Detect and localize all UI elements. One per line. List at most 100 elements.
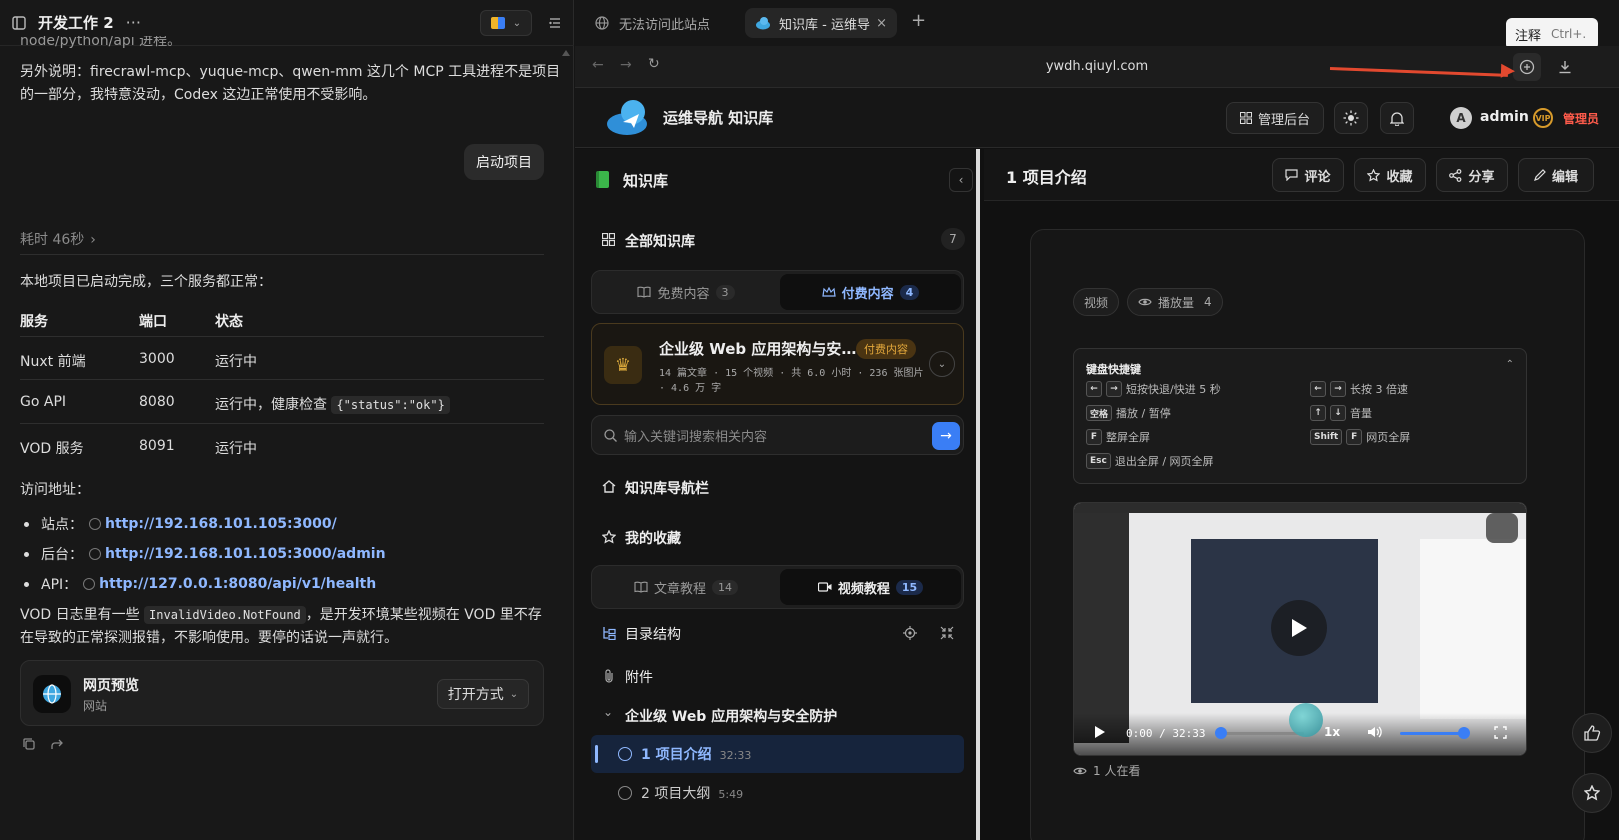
kb-nav-link[interactable]: 知识库导航栏 bbox=[625, 478, 709, 498]
favorite-button[interactable]: 收藏 bbox=[1354, 158, 1426, 192]
tab-video-tutorials[interactable]: 视频教程 15 bbox=[780, 569, 961, 605]
theme-toggle-button[interactable] bbox=[1334, 102, 1368, 134]
download-icon[interactable] bbox=[1557, 59, 1573, 75]
search-input[interactable] bbox=[624, 425, 920, 447]
copy-icon[interactable] bbox=[22, 737, 36, 751]
table-divider bbox=[20, 379, 544, 380]
eye-icon bbox=[1138, 298, 1152, 306]
fullscreen-icon[interactable] bbox=[1494, 726, 1507, 739]
fork-icon[interactable] bbox=[50, 737, 64, 751]
elapsed-time[interactable]: 耗时 46秒 › bbox=[20, 229, 96, 249]
tab-paid-content[interactable]: 付费内容 4 bbox=[780, 274, 961, 310]
edit-button[interactable]: 编辑 bbox=[1518, 158, 1594, 192]
volume-icon[interactable] bbox=[1367, 725, 1382, 739]
video-frame-panel bbox=[1420, 539, 1526, 719]
globe-icon bbox=[89, 548, 101, 560]
vod-text-b: ，是开发环境某些视频在 VOD 里不存 bbox=[305, 607, 542, 623]
chevron-down-icon[interactable]: ⌄ bbox=[603, 705, 613, 719]
admin-console-button[interactable]: 管理后台 bbox=[1226, 102, 1324, 134]
site-brand[interactable]: 运维导航 知识库 bbox=[663, 107, 773, 128]
tab-free-content[interactable]: 免费内容 3 bbox=[596, 274, 776, 310]
video-panel: 视频 播放量 4 键盘快捷键 ⌃ ← → 短按快退/快进 5 秒 ← → 长按 3 倍速… bbox=[1030, 229, 1585, 840]
diff-icon[interactable] bbox=[548, 16, 562, 30]
message-partial-line: node/python/api 进程。 bbox=[20, 36, 182, 48]
globe-icon bbox=[595, 16, 609, 30]
chevron-up-icon[interactable]: ⌃ bbox=[1506, 359, 1514, 370]
teal-globe-decoration bbox=[1289, 703, 1323, 737]
attachments-link[interactable]: 附件 bbox=[625, 667, 653, 687]
course-expand-button[interactable]: ⌄ bbox=[929, 351, 955, 377]
status-intro: 本地项目已启动完成，三个服务都正常： bbox=[20, 274, 272, 290]
course-title: 企业级 Web 应用架构与安… bbox=[659, 340, 857, 358]
kb-title: 知识库 bbox=[623, 172, 669, 190]
progress-bar[interactable] bbox=[1219, 732, 1304, 735]
tab-article-tutorials[interactable]: 文章教程 14 bbox=[596, 569, 776, 605]
pip-button[interactable] bbox=[1486, 513, 1518, 543]
search-submit-button[interactable]: → bbox=[932, 422, 960, 450]
admin-console-label: 管理后台 bbox=[1257, 112, 1310, 128]
like-button[interactable] bbox=[1572, 713, 1612, 753]
section-title[interactable]: 企业级 Web 应用架构与安全防护 bbox=[625, 706, 837, 726]
site-link[interactable]: http://192.168.101.105:3000/ bbox=[105, 516, 337, 532]
collapse-sidebar-button[interactable]: ‹ bbox=[949, 168, 973, 192]
more-icon[interactable]: ··· bbox=[126, 13, 141, 32]
notifications-button[interactable] bbox=[1380, 102, 1414, 134]
sun-icon bbox=[1343, 110, 1359, 126]
app-switcher-button[interactable]: ⌄ bbox=[480, 10, 532, 36]
key: 空格 bbox=[1086, 405, 1113, 421]
table-header-port: 端口 bbox=[139, 314, 167, 330]
document-area: 1 项目介绍 评论 收藏 分享 编辑 视频 播放量 4 键盘快捷键 ⌃ ← → … bbox=[984, 149, 1619, 840]
tooltip-label: 注释 bbox=[1515, 28, 1542, 44]
favorites-link[interactable]: 我的收藏 bbox=[625, 528, 681, 548]
lesson-item-active[interactable]: 1 项目介绍 32:33 bbox=[591, 735, 964, 773]
vod-error-code: InvalidVideo.NotFound bbox=[144, 606, 306, 624]
comment-icon bbox=[1285, 169, 1299, 181]
tab-unreachable[interactable]: 无法访问此站点 bbox=[585, 8, 735, 38]
annotate-button[interactable] bbox=[1513, 53, 1541, 81]
web-preview-card[interactable]: 网页预览 网站 打开方式 ⌄ bbox=[20, 660, 544, 726]
lesson-item[interactable]: 2 项目大纲 5:49 bbox=[591, 774, 964, 812]
table-header-service: 服务 bbox=[20, 314, 48, 330]
tab-knowledge-base[interactable]: 知识库 - 运维导 × bbox=[745, 8, 897, 38]
tab-count: 14 bbox=[712, 579, 738, 595]
list-item: 后台： http://192.168.101.105:3000/admin bbox=[24, 544, 386, 564]
card-title: 网页预览 bbox=[83, 678, 139, 694]
progress-handle[interactable] bbox=[1215, 727, 1227, 739]
key: F bbox=[1086, 429, 1102, 445]
collapse-all-icon[interactable] bbox=[940, 626, 954, 640]
api-link[interactable]: http://127.0.0.1:8080/api/v1/health bbox=[99, 576, 376, 592]
bullet bbox=[24, 551, 29, 557]
scrollbar[interactable] bbox=[562, 48, 570, 56]
chat-title: 开发工作 2 bbox=[38, 14, 114, 32]
avatar[interactable]: A bbox=[1450, 107, 1472, 129]
course-card[interactable]: ♛ 企业级 Web 应用架构与安… 付费内容 14 篇文章 · 15 个视频 ·… bbox=[591, 323, 964, 405]
kb-search: → bbox=[591, 415, 964, 455]
table-divider bbox=[20, 336, 544, 337]
vod-text-a: VOD 日志里有一些 bbox=[20, 607, 140, 623]
open-with-button[interactable]: 打开方式 ⌄ bbox=[437, 679, 529, 709]
key: ↓ bbox=[1330, 405, 1346, 421]
annotation-arrow-head bbox=[1500, 63, 1516, 79]
playback-rate[interactable]: 1x bbox=[1324, 725, 1340, 739]
all-kb-link[interactable]: 全部知识库 bbox=[625, 231, 695, 251]
new-tab-icon[interactable]: + bbox=[911, 12, 926, 30]
open-with-label: 打开方式 bbox=[447, 687, 504, 703]
table-cell-status: 运行中 bbox=[215, 441, 257, 457]
admin-link[interactable]: http://192.168.101.105:3000/admin bbox=[105, 546, 386, 562]
shortcut-desc: 短按快退/快进 5 秒 bbox=[1126, 383, 1221, 396]
big-play-button[interactable] bbox=[1271, 600, 1327, 656]
volume-slider[interactable] bbox=[1400, 732, 1464, 735]
tab-label: 文章教程 bbox=[653, 581, 706, 597]
table-cell-status: 运行中，健康检查 {"status":"ok"} bbox=[215, 394, 450, 414]
comment-button[interactable]: 评论 bbox=[1272, 158, 1344, 192]
volume-handle[interactable] bbox=[1458, 727, 1470, 739]
video-player[interactable]: 0:00 / 32:33 1x bbox=[1073, 502, 1527, 756]
key: F bbox=[1346, 429, 1363, 445]
close-tab-icon[interactable]: × bbox=[876, 16, 887, 31]
sidebar-toggle-icon[interactable] bbox=[12, 15, 26, 30]
star-float-button[interactable] bbox=[1572, 773, 1612, 813]
username[interactable]: admin bbox=[1480, 109, 1529, 125]
locate-icon[interactable] bbox=[903, 626, 917, 640]
play-icon[interactable] bbox=[1094, 725, 1106, 739]
share-button[interactable]: 分享 bbox=[1436, 158, 1508, 192]
